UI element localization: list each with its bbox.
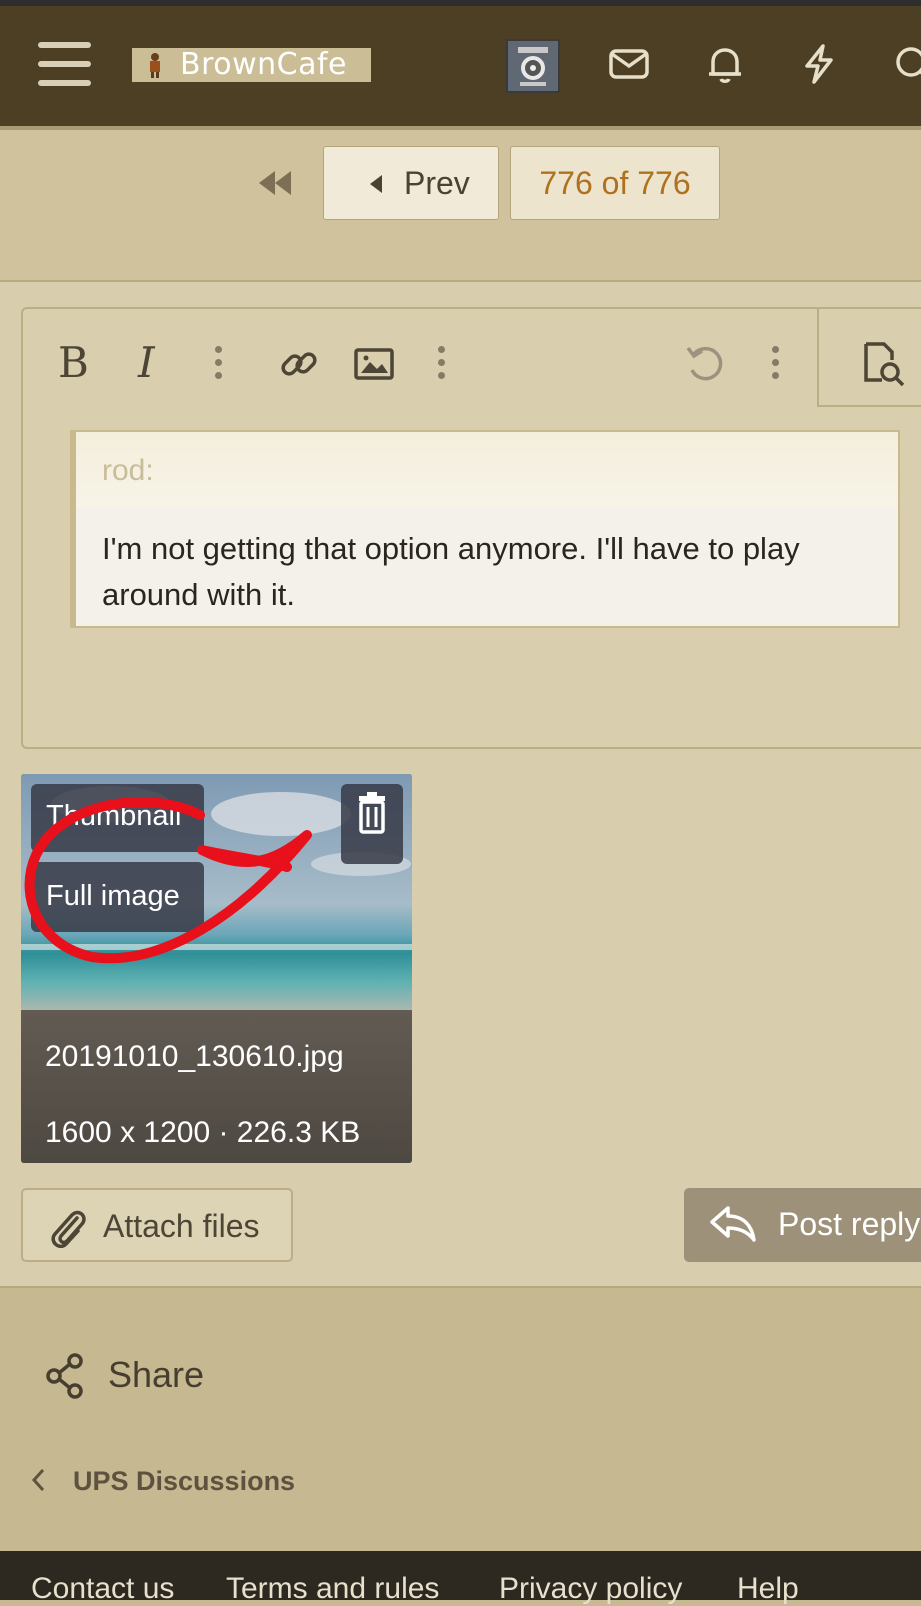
thumbnail-option[interactable]: Thumbnail bbox=[31, 784, 204, 852]
lightning-icon[interactable] bbox=[797, 42, 841, 86]
attachment-info: 20191010_130610.jpg 1600 x 1200 · 226.3 … bbox=[21, 1010, 412, 1163]
menu-icon[interactable] bbox=[38, 42, 91, 86]
more-options-icon[interactable] bbox=[771, 346, 779, 380]
quote-block: rod: I'm not getting that option anymore… bbox=[70, 430, 900, 628]
attach-files-button[interactable]: Attach files bbox=[21, 1188, 293, 1262]
mascot-icon bbox=[150, 53, 160, 78]
attachment-meta: 1600 x 1200 · 226.3 KB bbox=[45, 1116, 361, 1149]
toolbar-divider bbox=[817, 405, 921, 407]
paperclip-icon bbox=[51, 1210, 86, 1248]
attachment-filename: 20191010_130610.jpg bbox=[45, 1040, 344, 1073]
avatar-emblem-icon bbox=[508, 41, 558, 91]
prev-page-button[interactable]: Prev bbox=[323, 146, 499, 220]
quote-text: I'm not getting that option anymore. I'l… bbox=[102, 531, 800, 612]
page-indicator-label: 776 of 776 bbox=[539, 165, 691, 201]
undo-icon[interactable] bbox=[684, 342, 728, 386]
bell-icon[interactable] bbox=[703, 42, 747, 86]
site-logo[interactable]: BrownCafe bbox=[132, 48, 371, 82]
share-section bbox=[0, 1286, 921, 1553]
post-reply-button[interactable]: Post reply bbox=[684, 1188, 921, 1262]
footer-link-contact[interactable]: Contact us bbox=[31, 1572, 174, 1606]
bold-button[interactable]: B bbox=[58, 338, 89, 387]
footer-link-help[interactable]: Help bbox=[737, 1572, 799, 1606]
logo-text: BrownCafe bbox=[180, 47, 348, 82]
full-image-option[interactable]: Full image bbox=[31, 862, 204, 932]
post-reply-label: Post reply bbox=[778, 1206, 921, 1242]
share-label[interactable]: Share bbox=[108, 1354, 204, 1396]
caret-left-icon bbox=[370, 175, 382, 193]
quote-header: rod: bbox=[76, 432, 898, 508]
prev-label: Prev bbox=[404, 165, 470, 201]
attach-files-label: Attach files bbox=[103, 1208, 260, 1244]
more-options-icon[interactable] bbox=[214, 346, 222, 380]
share-icon[interactable] bbox=[44, 1352, 86, 1400]
link-icon[interactable] bbox=[278, 343, 320, 385]
preview-icon[interactable] bbox=[858, 340, 906, 388]
breadcrumb[interactable]: UPS Discussions bbox=[73, 1466, 295, 1497]
quote-author: rod: bbox=[102, 454, 154, 487]
toolbar-divider bbox=[817, 309, 819, 407]
page-indicator-button[interactable]: 776 of 776 bbox=[510, 146, 720, 220]
search-icon[interactable] bbox=[891, 42, 921, 86]
delete-attachment-button[interactable] bbox=[341, 784, 403, 864]
reply-icon bbox=[710, 1206, 756, 1242]
first-page-icon[interactable] bbox=[255, 163, 295, 203]
footer-link-privacy[interactable]: Privacy policy bbox=[499, 1572, 682, 1606]
user-avatar[interactable] bbox=[506, 39, 560, 93]
more-options-icon[interactable] bbox=[437, 346, 445, 380]
mail-icon[interactable] bbox=[607, 42, 651, 86]
chevron-left-icon[interactable] bbox=[30, 1467, 46, 1493]
footer-link-terms[interactable]: Terms and rules bbox=[226, 1572, 439, 1606]
trash-icon bbox=[359, 792, 385, 834]
italic-button[interactable]: I bbox=[138, 338, 155, 387]
attachment-card[interactable]: Thumbnail Full image 20191010_130610.jpg… bbox=[21, 774, 412, 1163]
image-icon[interactable] bbox=[353, 345, 395, 383]
